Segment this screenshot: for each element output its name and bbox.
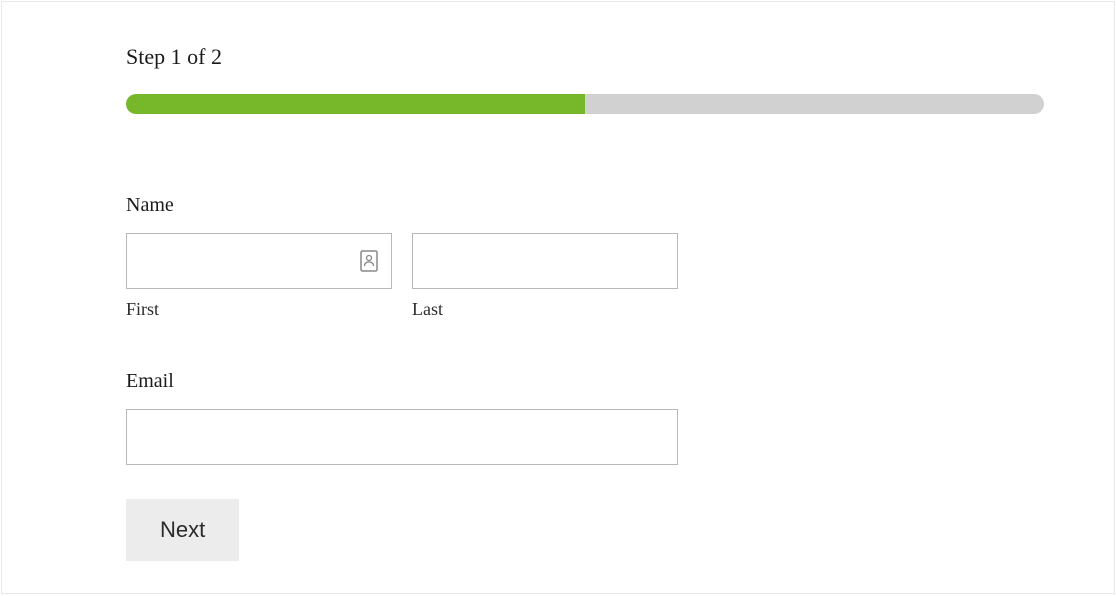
first-name-sublabel: First	[126, 299, 392, 320]
next-button[interactable]: Next	[126, 499, 239, 561]
name-field-group: Name First Last	[126, 194, 1038, 320]
email-field-group: Email	[126, 370, 1038, 465]
step-indicator: Step 1 of 2	[126, 44, 1038, 70]
first-name-field: First	[126, 233, 392, 320]
first-name-input[interactable]	[126, 233, 392, 289]
email-input[interactable]	[126, 409, 678, 465]
progress-bar-track	[126, 94, 1044, 114]
form-container: Step 1 of 2 Name First Last	[1, 1, 1115, 594]
name-inputs-row: First Last	[126, 233, 1038, 320]
last-name-sublabel: Last	[412, 299, 678, 320]
last-name-input[interactable]	[412, 233, 678, 289]
email-label: Email	[126, 370, 1038, 393]
first-name-wrapper	[126, 233, 392, 289]
progress-bar-fill	[126, 94, 585, 114]
name-label: Name	[126, 194, 1038, 217]
last-name-field: Last	[412, 233, 678, 320]
